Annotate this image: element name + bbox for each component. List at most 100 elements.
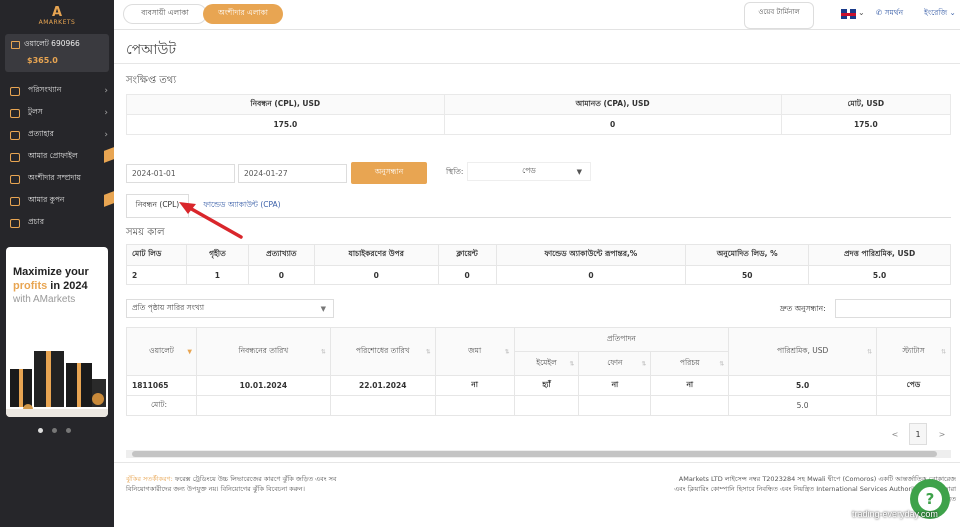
- sidebar-item-label: প্রচার: [28, 217, 44, 226]
- sort-icon[interactable]: ⇅: [719, 360, 724, 367]
- column-header-phone[interactable]: ফোন ⇅: [578, 351, 652, 376]
- pager-page-1[interactable]: 1: [909, 423, 927, 445]
- sidebar-item-profile[interactable]: আমার প্রোফাইল: [0, 146, 114, 168]
- wallet-icon: [11, 41, 20, 49]
- sort-icon[interactable]: ⇅: [505, 348, 510, 355]
- column-header-label: ফোন: [607, 357, 623, 367]
- column-header-label: নিবন্ধনের তারিখ: [238, 345, 289, 355]
- language-link[interactable]: ইংরেজি ⌄: [924, 8, 956, 20]
- question-icon: ?: [918, 487, 942, 511]
- sidebar-item-coupon[interactable]: আমার কুপন: [0, 190, 114, 212]
- period-header: ক্লায়েন্ট: [437, 244, 497, 266]
- column-header-reward[interactable]: পারিশ্রমিক, USD ⇅: [728, 327, 878, 376]
- column-header-label: পারিশ্রমিক, USD: [776, 345, 829, 355]
- table-cell: [876, 395, 951, 416]
- column-header-pay-date[interactable]: পরিশোধের তারিখ ⇅: [329, 327, 436, 376]
- sidebar-item-label: প্রত্যাহার: [28, 129, 54, 138]
- sort-icon[interactable]: ⇅: [867, 348, 872, 355]
- column-header-deposit[interactable]: জমা ⇅: [434, 327, 515, 376]
- sidebar-item-label: টুলস: [28, 107, 43, 116]
- column-header-label: পরিশোধের তারিখ: [355, 345, 410, 355]
- summary-table: নিবন্ধন (CPL), USD আমানত (CPA), USD মোট,…: [126, 94, 952, 135]
- column-header-identity[interactable]: পরিচয় ⇅: [650, 351, 730, 376]
- web-terminal-button[interactable]: ওয়েব টার্মিনাল: [744, 2, 814, 29]
- quick-search-input[interactable]: [835, 299, 951, 318]
- support-label: সমর্থন: [884, 8, 904, 17]
- watermark: trading-everyday.com: [852, 509, 938, 519]
- sort-icon[interactable]: ⇅: [569, 360, 574, 367]
- profile-icon: [10, 152, 20, 162]
- wallet-balance: $365.0: [27, 56, 58, 65]
- tab-partner-area[interactable]: অংশীদার এলাকা: [203, 4, 283, 24]
- support-link[interactable]: ✆ সমর্থন: [876, 8, 903, 20]
- tab-cpa[interactable]: ফান্ডেড অ্যাকাউন্ট (CPA): [194, 194, 290, 217]
- caret-down-icon: ▼: [576, 167, 582, 176]
- column-header-reg-date[interactable]: নিবন্ধনের তারিখ ⇅: [195, 327, 331, 376]
- table-cell: [513, 395, 580, 416]
- logo-text: AMARKETS: [38, 18, 76, 26]
- search-button[interactable]: অনুসন্ধান: [351, 162, 427, 184]
- summary-header: আমানত (CPA), USD: [443, 94, 782, 115]
- sort-desc-icon[interactable]: ▼: [187, 348, 192, 355]
- carousel-dots: [38, 428, 71, 433]
- table-cell: [578, 395, 652, 416]
- period-value: 0: [495, 265, 687, 285]
- status-value: পেড: [522, 165, 536, 175]
- date-from-input[interactable]: 2024-01-01: [126, 164, 235, 183]
- horizontal-scrollbar[interactable]: [126, 450, 951, 458]
- chevron-right-icon: ›: [104, 130, 108, 140]
- new-ribbon-icon: [104, 191, 114, 207]
- sidebar-item-community[interactable]: অংশীদার সম্প্রদায়: [0, 168, 114, 190]
- table-cell: 22.01.2024: [329, 375, 436, 396]
- sidebar-menu: পরিসংখ্যান › টুলস › প্রত্যাহার › আমার প্রোফ…: [0, 80, 114, 234]
- period-value: 0: [437, 265, 497, 285]
- wallet-label: ওয়ালেট 690966: [24, 39, 80, 48]
- rows-per-page-select[interactable]: প্রতি পৃষ্ঠায় সারির সংখ্যা ▼: [126, 299, 334, 318]
- table-cell: না: [650, 375, 730, 396]
- sidebar-item-label: আমার কুপন: [28, 195, 65, 204]
- logo[interactable]: A AMARKETS: [0, 0, 114, 32]
- sort-icon[interactable]: ⇅: [641, 360, 646, 367]
- risk-warning-title: ঝুঁকির সতর্কীকরণ:: [126, 475, 173, 483]
- period-value: 0: [313, 265, 439, 285]
- new-ribbon-icon: [104, 147, 114, 163]
- coupon-icon: [10, 196, 20, 206]
- chevron-right-icon: ›: [104, 108, 108, 118]
- promo-banner[interactable]: Maximize your profits in 2024 with AMark…: [6, 247, 108, 417]
- sidebar-item-stats[interactable]: পরিসংখ্যান ›: [0, 80, 114, 102]
- sidebar-item-withdraw[interactable]: প্রত্যাহার ›: [0, 124, 114, 146]
- chevron-down-icon[interactable]: ⌄: [858, 8, 865, 17]
- sidebar-item-label: আমার প্রোফাইল: [28, 151, 78, 160]
- summary-value: 0: [443, 114, 782, 135]
- table-cell: না: [434, 375, 515, 396]
- sort-icon[interactable]: ⇅: [321, 348, 326, 355]
- table-cell: না: [578, 375, 652, 396]
- column-header-status[interactable]: স্ট্যাটাস ⇅: [876, 327, 951, 376]
- carousel-dot[interactable]: [38, 428, 43, 433]
- withdraw-icon: [10, 130, 20, 140]
- period-title: সময় কাল: [126, 227, 165, 238]
- sidebar-item-tools[interactable]: টুলস ›: [0, 102, 114, 124]
- column-header-email[interactable]: ইমেইল ⇅: [513, 351, 580, 376]
- carousel-dot[interactable]: [66, 428, 71, 433]
- status-select[interactable]: পেড ▼: [467, 162, 591, 181]
- tab-cpl[interactable]: নিবন্ধন (CPL): [126, 194, 189, 217]
- sort-icon[interactable]: ⇅: [941, 348, 946, 355]
- tab-trader-area[interactable]: ব্যবসায়ী এলাকা: [123, 4, 207, 24]
- column-header-wallet[interactable]: ওয়ালেট ▼: [126, 327, 197, 376]
- uk-flag-icon[interactable]: [841, 9, 856, 19]
- sort-icon[interactable]: ⇅: [426, 348, 431, 355]
- banner-accent: profits: [13, 280, 48, 292]
- sidebar-item-promo[interactable]: প্রচার: [0, 212, 114, 234]
- carousel-dot[interactable]: [52, 428, 57, 433]
- period-header: ফান্ডেড অ্যাকাউন্টে রূপান্তর,%: [495, 244, 687, 266]
- rows-per-page-label: প্রতি পৃষ্ঠায় সারির সংখ্যা: [132, 302, 205, 312]
- scrollbar-thumb[interactable]: [132, 451, 937, 457]
- pager-prev-button[interactable]: <: [887, 423, 903, 445]
- pager-next-button[interactable]: >: [934, 423, 950, 445]
- wallet-card[interactable]: ওয়ালেট 690966 $365.0: [5, 34, 109, 72]
- period-value: 1: [185, 265, 249, 285]
- chevron-down-icon: ⌄: [949, 8, 956, 17]
- status-label: স্থিতি:: [446, 167, 464, 176]
- date-to-input[interactable]: 2024-01-27: [238, 164, 347, 183]
